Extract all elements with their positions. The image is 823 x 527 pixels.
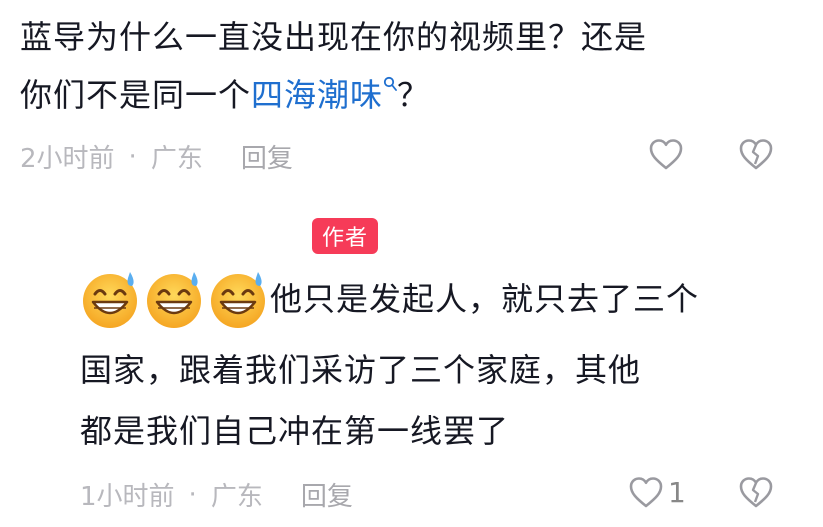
meta-separator: ·	[128, 141, 137, 172]
reply-text-line-2: 国家，跟着我们采访了三个家庭，其他	[80, 351, 642, 389]
heart-icon	[629, 477, 663, 508]
reply-text-line-3: 都是我们自己冲在第一线罢了	[80, 412, 510, 450]
search-icon	[383, 76, 397, 91]
broken-heart-icon	[739, 477, 773, 508]
reply-text-line-1: 他只是发起人，就只去了三个	[270, 280, 700, 318]
author-badge: 作者	[312, 218, 378, 254]
like-count: 1	[668, 475, 686, 509]
like-button[interactable]	[648, 137, 684, 171]
heart-icon	[649, 139, 683, 170]
dislike-button[interactable]	[738, 137, 774, 171]
grinning-sweat-emoji-icon	[83, 272, 137, 328]
meta-separator: ·	[188, 479, 197, 510]
reply-time: 1小时前	[80, 482, 175, 512]
broken-heart-icon	[739, 139, 773, 170]
reply-meta: 1小时前 · 广东 回复	[80, 476, 353, 513]
comment-text-line-1: 蓝导为什么一直没出现在你的视频里？还是	[20, 18, 648, 56]
comment-meta: 2小时前 · 广东 回复	[20, 138, 293, 175]
reply-button[interactable]: 回复	[301, 476, 353, 513]
comment-text-segment: 你们不是同一个	[20, 76, 252, 114]
grinning-sweat-emoji-icon	[211, 272, 265, 328]
dislike-button[interactable]	[738, 475, 774, 509]
like-button[interactable]: 1	[628, 475, 686, 509]
topic-link-label: 四海潮味	[251, 76, 384, 114]
comment-time: 2小时前	[20, 144, 115, 174]
reply-location: 广东	[210, 482, 263, 512]
comment-text-segment: ？	[397, 76, 431, 114]
topic-link[interactable]: 四海潮味	[251, 76, 397, 114]
grinning-sweat-emoji-icon	[147, 272, 201, 328]
reply-button[interactable]: 回复	[241, 138, 293, 175]
comment-text-line-2: 你们不是同一个四海潮味 ？	[20, 72, 430, 118]
comment-location: 广东	[150, 144, 203, 174]
